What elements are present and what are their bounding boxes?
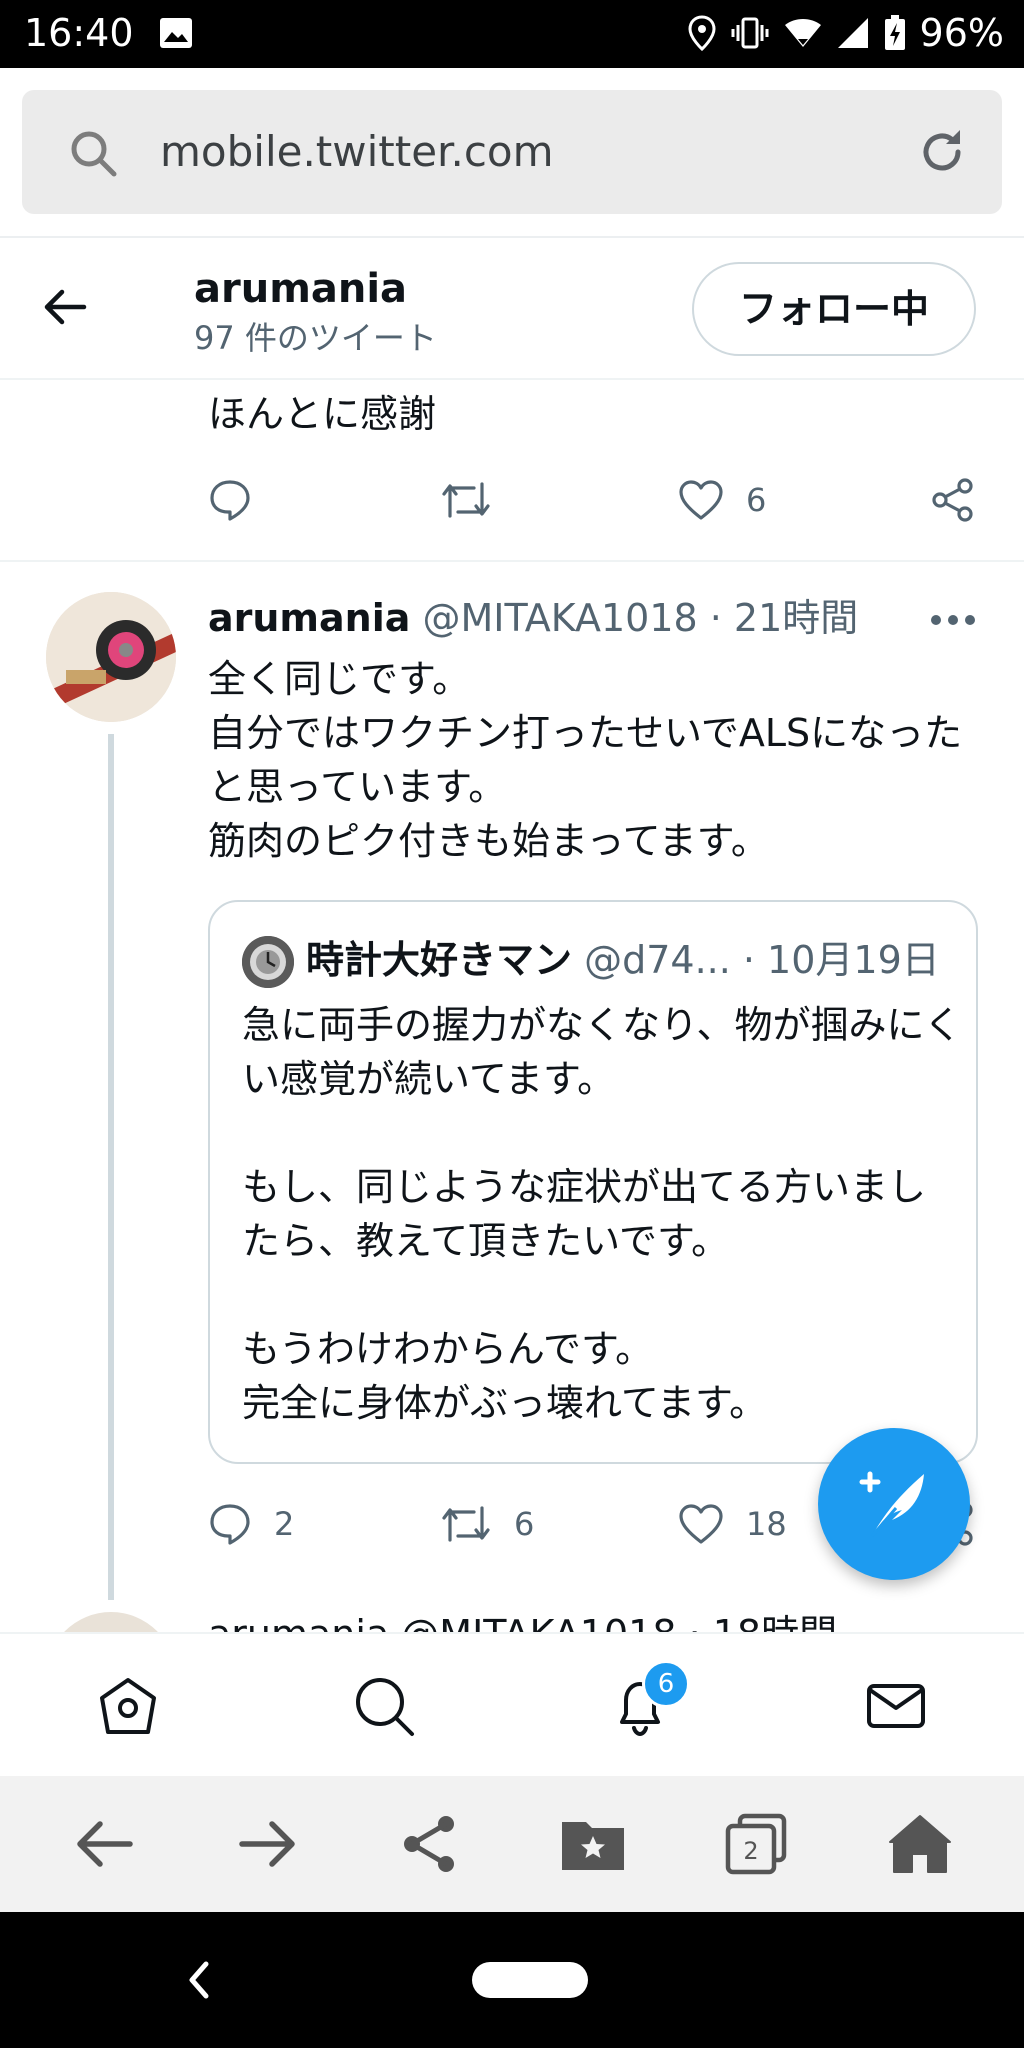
avatar[interactable] xyxy=(46,592,176,722)
signal-icon xyxy=(836,16,870,50)
author-handle-time: @MITAKA1018 · 21時間 xyxy=(410,596,859,640)
heart-icon xyxy=(678,1503,724,1545)
status-time: 16:40 xyxy=(24,11,134,55)
like-button[interactable]: 6 xyxy=(678,470,766,530)
author-name[interactable]: arumania xyxy=(208,596,410,640)
retweet-icon xyxy=(440,1502,492,1546)
search-icon[interactable] xyxy=(352,1674,416,1738)
url-bar[interactable]: mobile.twitter.com xyxy=(22,90,1002,214)
reply-button[interactable]: 2 xyxy=(208,1494,294,1554)
share-button[interactable] xyxy=(930,470,976,530)
system-back-icon[interactable] xyxy=(186,1960,210,2000)
reload-icon[interactable] xyxy=(916,126,968,178)
tweet-divider xyxy=(0,560,1024,562)
messages-envelope-icon[interactable] xyxy=(864,1674,928,1738)
battery-icon xyxy=(884,15,906,51)
bookmarks-folder-icon[interactable] xyxy=(560,1812,624,1876)
system-home-pill[interactable] xyxy=(472,1962,588,1998)
like-button[interactable]: 18 xyxy=(678,1494,787,1554)
quoted-author-name: 時計大好きマン xyxy=(306,938,573,982)
url-text[interactable]: mobile.twitter.com xyxy=(160,126,554,178)
tweet-text: 全く同じです。 自分ではワクチン打ったせいでALSになったと思っています。 筋肉… xyxy=(208,657,963,863)
tabs-count: 2 xyxy=(743,1837,758,1865)
wifi-icon xyxy=(784,17,822,49)
profile-header: arumania 97 件のツイート フォロー中 xyxy=(0,238,1024,380)
following-button[interactable]: フォロー中 xyxy=(692,262,976,356)
quoted-avatar xyxy=(242,936,294,988)
compose-feather-icon xyxy=(859,1471,924,1537)
quoted-tweet[interactable]: 時計大好きマン @d74... · 10月19日 急に両手の握力がなくなり、物が… xyxy=(208,900,978,1464)
retweet-icon xyxy=(440,478,492,522)
reply-icon xyxy=(208,478,252,522)
twitter-bottom-nav: 6 xyxy=(0,1632,1024,1778)
notifications-badge: 6 xyxy=(642,1660,690,1708)
search-icon xyxy=(68,128,118,178)
browser-toolbar: 2 xyxy=(0,1776,1024,1912)
tabs-icon[interactable]: 2 xyxy=(724,1812,788,1876)
vibrate-icon xyxy=(730,16,770,50)
share-icon xyxy=(930,477,976,523)
retweet-button[interactable] xyxy=(440,470,492,530)
tweet-actions: 6 xyxy=(0,470,1024,530)
image-notification-icon xyxy=(160,18,192,48)
tweet-text: ほんとに感謝 xyxy=(208,392,437,436)
profile-name: arumania xyxy=(194,266,408,312)
android-nav-bar xyxy=(0,1912,1024,2048)
like-count: 6 xyxy=(746,481,767,519)
reply-button[interactable] xyxy=(208,470,252,530)
browser-home-icon[interactable] xyxy=(888,1812,952,1876)
status-bar: 16:40 96% xyxy=(0,0,1024,68)
browser-share-icon[interactable] xyxy=(398,1812,462,1876)
heart-icon xyxy=(678,479,724,521)
quoted-header: 時計大好きマン @d74... · 10月19日 xyxy=(306,932,940,988)
like-count: 18 xyxy=(746,1505,787,1543)
reply-count: 2 xyxy=(274,1505,295,1543)
retweet-count: 6 xyxy=(514,1505,535,1543)
home-icon[interactable] xyxy=(96,1674,160,1738)
browser-back-icon[interactable] xyxy=(72,1812,136,1876)
location-icon xyxy=(688,15,716,51)
quoted-handle-time: @d74... · 10月19日 xyxy=(572,938,940,982)
more-options-icon[interactable] xyxy=(930,612,976,628)
retweet-button[interactable]: 6 xyxy=(440,1494,534,1554)
browser-forward-icon[interactable] xyxy=(236,1812,300,1876)
battery-percent: 96% xyxy=(919,11,1004,55)
browser-bar: mobile.twitter.com xyxy=(0,68,1024,238)
quoted-text: 急に両手の握力がなくなり、物が掴みにくい感覚が続いてます。 もし、同じような症状… xyxy=(242,1003,962,1425)
reply-icon xyxy=(208,1502,252,1546)
thread-line xyxy=(108,734,114,1600)
tweet-header: arumania @MITAKA1018 · 21時間 xyxy=(208,590,858,646)
tweet-count: 97 件のツイート xyxy=(194,319,437,357)
compose-tweet-button[interactable] xyxy=(818,1428,970,1580)
back-arrow-icon[interactable] xyxy=(42,284,88,330)
